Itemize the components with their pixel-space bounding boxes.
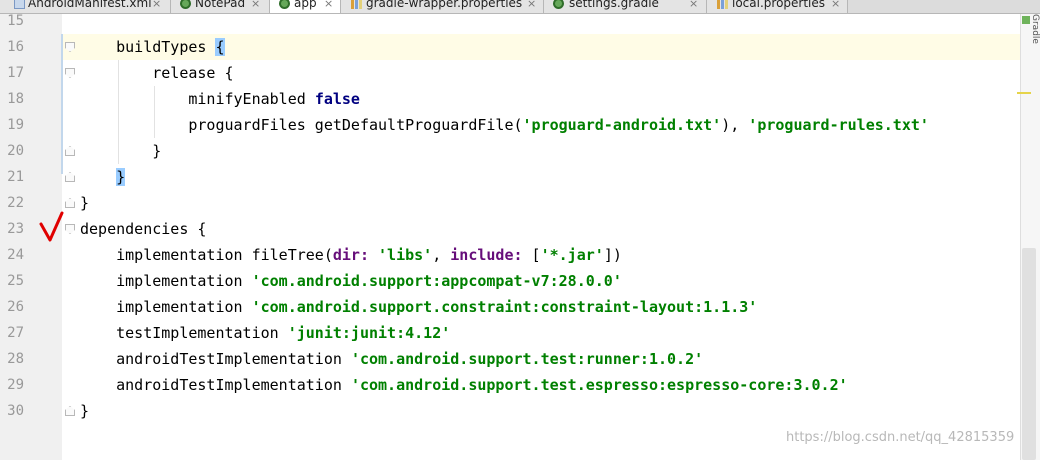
tab-app[interactable]: app × bbox=[270, 0, 341, 13]
fold-marker-icon[interactable] bbox=[65, 198, 75, 208]
tab-label: local.properties bbox=[732, 0, 826, 10]
code-line[interactable]: implementation 'com.android.support.cons… bbox=[80, 294, 757, 320]
line-number: 22 bbox=[7, 195, 24, 211]
code-line[interactable]: androidTestImplementation 'com.android.s… bbox=[80, 372, 848, 398]
gradle-module-icon bbox=[279, 0, 290, 9]
code-line[interactable]: release { bbox=[80, 60, 233, 86]
line-number: 17 bbox=[7, 65, 24, 81]
code-line[interactable]: } bbox=[80, 138, 161, 164]
code-line[interactable]: proguardFiles getDefaultProguardFile('pr… bbox=[80, 112, 929, 138]
line-number: 18 bbox=[7, 91, 24, 107]
close-icon[interactable]: × bbox=[251, 0, 260, 11]
red-check-mark-annotation bbox=[39, 211, 64, 242]
line-number: 23 bbox=[7, 221, 24, 237]
fold-marker-icon[interactable] bbox=[65, 146, 75, 156]
line-number: 15 bbox=[7, 13, 24, 29]
line-number: 29 bbox=[7, 377, 24, 393]
tab-label: app bbox=[294, 0, 317, 10]
close-icon[interactable]: × bbox=[527, 0, 536, 11]
editor-tab-bar: AndroidManifest.xml × NotePad × app × gr… bbox=[0, 0, 1040, 14]
code-line[interactable]: testImplementation 'junit:junit:4.12' bbox=[80, 320, 450, 346]
close-icon[interactable]: × bbox=[324, 0, 333, 11]
close-icon[interactable]: × bbox=[831, 0, 840, 11]
tab-label: NotePad bbox=[195, 0, 246, 10]
code-line[interactable]: androidTestImplementation 'com.android.s… bbox=[80, 346, 703, 372]
code-line[interactable]: } bbox=[80, 190, 89, 216]
tab-gradle-wrapper-properties[interactable]: gradle-wrapper.properties × bbox=[341, 0, 544, 13]
code-line[interactable]: implementation fileTree(dir: 'libs', inc… bbox=[80, 242, 622, 268]
tab-label: gradle-wrapper.properties bbox=[366, 0, 523, 10]
watermark-text: https://blog.csdn.net/qq_42815359 bbox=[786, 430, 1015, 445]
vertical-scrollbar-thumb[interactable] bbox=[1022, 248, 1036, 460]
gradle-tool-window-label[interactable]: Gradle bbox=[1029, 14, 1040, 50]
line-number: 24 bbox=[7, 247, 24, 263]
change-marker[interactable] bbox=[1017, 92, 1031, 94]
properties-file-icon bbox=[351, 0, 362, 9]
close-icon[interactable]: × bbox=[152, 0, 161, 11]
code-line[interactable]: implementation 'com.android.support:appc… bbox=[80, 268, 622, 294]
code-line[interactable]: dependencies { bbox=[80, 216, 206, 242]
fold-marker-icon[interactable] bbox=[65, 68, 75, 78]
fold-marker-icon[interactable] bbox=[65, 406, 75, 416]
module-icon bbox=[180, 0, 191, 9]
line-number: 25 bbox=[7, 273, 24, 289]
scope-indicator bbox=[61, 34, 63, 174]
line-number: 30 bbox=[7, 403, 24, 419]
code-line[interactable]: } bbox=[80, 398, 89, 424]
line-number: 26 bbox=[7, 299, 24, 315]
tab-label: AndroidManifest.xml bbox=[28, 0, 152, 10]
tab-settings-gradle[interactable]: settings.gradle × bbox=[544, 0, 707, 13]
line-number: 27 bbox=[7, 325, 24, 341]
code-line[interactable]: buildTypes { bbox=[80, 34, 225, 60]
line-number: 20 bbox=[7, 143, 24, 159]
close-icon[interactable]: × bbox=[689, 0, 698, 11]
tab-androidmanifest[interactable]: AndroidManifest.xml × bbox=[0, 0, 171, 13]
line-number: 28 bbox=[7, 351, 24, 367]
fold-marker-icon[interactable] bbox=[65, 172, 75, 182]
tab-local-properties[interactable]: local.properties × bbox=[707, 0, 848, 13]
line-number: 16 bbox=[7, 39, 24, 55]
properties-file-icon bbox=[717, 0, 728, 9]
line-number: 21 bbox=[7, 169, 24, 185]
gradle-file-icon bbox=[553, 0, 564, 9]
code-line[interactable]: minifyEnabled false bbox=[80, 86, 360, 112]
tab-label: settings.gradle bbox=[569, 0, 659, 10]
line-number: 19 bbox=[7, 117, 24, 133]
tab-notepad[interactable]: NotePad × bbox=[171, 0, 270, 13]
code-line[interactable]: } bbox=[80, 164, 126, 190]
